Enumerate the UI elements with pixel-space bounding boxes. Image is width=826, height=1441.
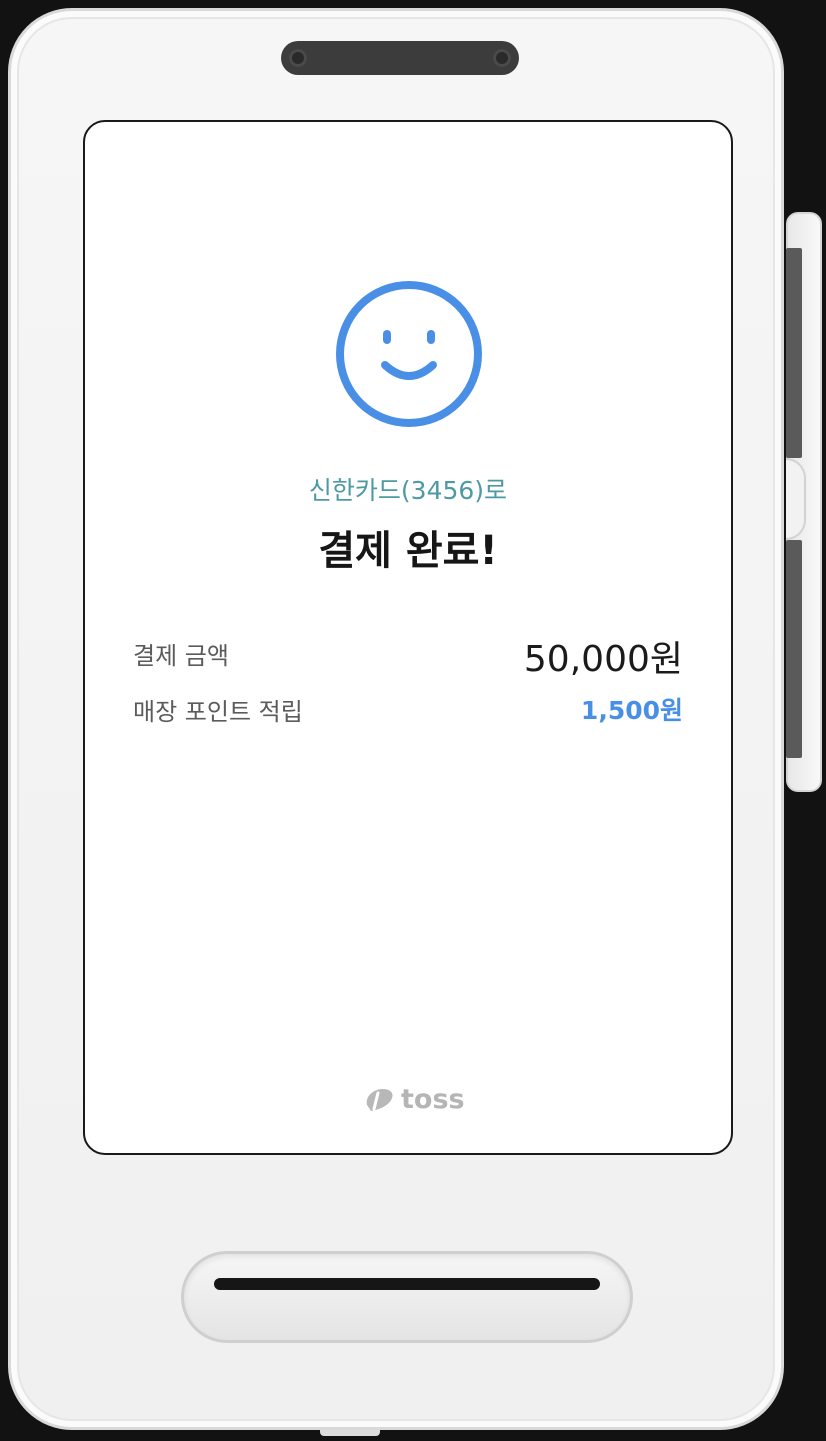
card-reader[interactable] bbox=[181, 1251, 633, 1343]
camera-lens-icon bbox=[493, 49, 511, 67]
side-slot-top bbox=[786, 248, 802, 458]
toss-brand: toss bbox=[361, 1082, 465, 1116]
toss-logo-text: toss bbox=[401, 1083, 465, 1115]
card-used-text: 신한카드(3456)로 bbox=[308, 476, 508, 505]
payment-amount-value: 50,000원 bbox=[523, 639, 683, 680]
store-points-row: 매장 포인트 적립 1,500원 bbox=[133, 688, 683, 736]
side-slot-bottom bbox=[786, 540, 802, 758]
camera-lens-icon bbox=[289, 49, 307, 67]
device-bottom-lip bbox=[320, 1430, 380, 1436]
kiosk-stage: 신한카드(3456)로 결제 완료! 결제 금액 50,000원 매장 포인트 … bbox=[0, 0, 826, 1441]
smile-face-icon bbox=[336, 281, 482, 427]
terminal-screen: 신한카드(3456)로 결제 완료! 결제 금액 50,000원 매장 포인트 … bbox=[83, 120, 733, 1155]
payment-amount-label: 결제 금액 bbox=[133, 642, 229, 670]
payment-complete-title: 결제 완료! bbox=[318, 528, 498, 574]
card-slot[interactable] bbox=[214, 1278, 600, 1290]
payment-terminal: 신한카드(3456)로 결제 완료! 결제 금액 50,000원 매장 포인트 … bbox=[8, 8, 784, 1430]
payment-amount-row: 결제 금액 50,000원 bbox=[133, 630, 683, 680]
store-points-value: 1,500원 bbox=[580, 696, 683, 725]
store-points-label: 매장 포인트 적립 bbox=[133, 698, 303, 726]
side-notch bbox=[786, 458, 806, 540]
camera-bar bbox=[281, 41, 519, 75]
toss-logo-icon bbox=[366, 1089, 393, 1111]
